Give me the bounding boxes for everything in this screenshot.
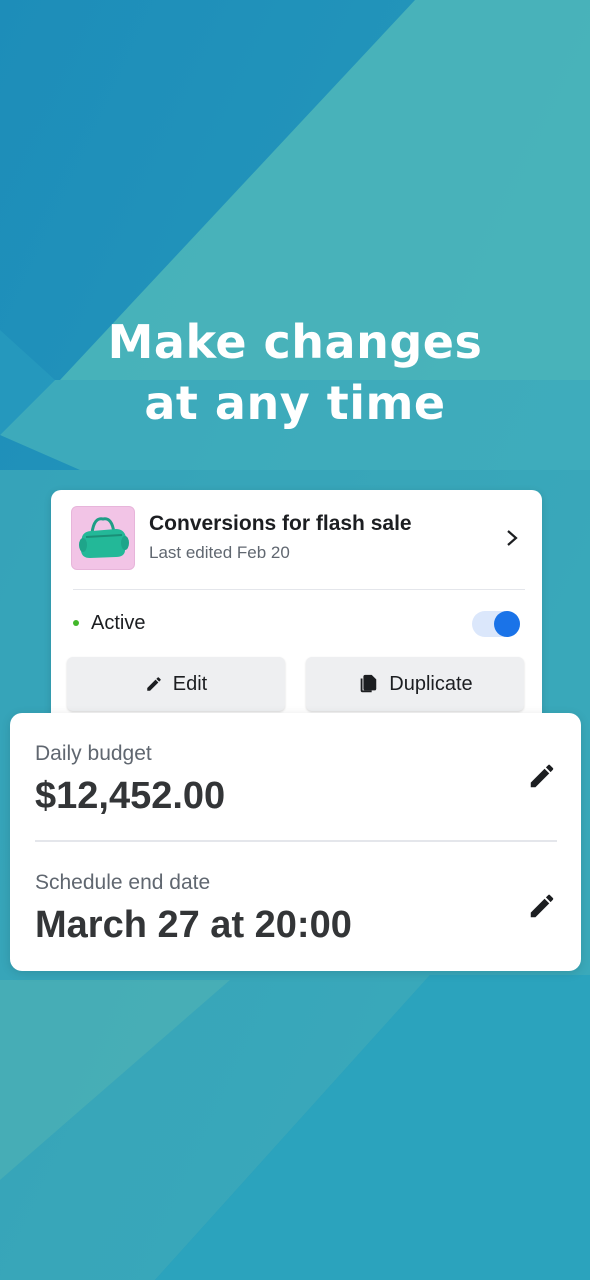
status-active-dot [73, 620, 79, 626]
edit-budget-pencil-icon[interactable] [527, 761, 557, 791]
campaign-card[interactable]: Conversions for flash sale Last edited F… [51, 490, 542, 730]
duplicate-button[interactable]: Duplicate [306, 657, 524, 711]
campaign-title: Conversions for flash sale [149, 512, 412, 535]
pencil-icon [147, 677, 161, 691]
edit-schedule-pencil-icon[interactable] [527, 891, 557, 921]
active-toggle[interactable] [472, 611, 520, 637]
daily-budget-value: $12,452.00 [35, 775, 226, 817]
schedule-end-value: March 27 at 20:00 [35, 904, 352, 946]
duplicate-button-label: Duplicate [389, 672, 473, 695]
status-label: Active [91, 612, 146, 634]
settings-card: Daily budget $12,452.00 Schedule end dat… [10, 713, 581, 971]
copy-icon [360, 674, 377, 693]
divider [73, 589, 525, 590]
divider [35, 840, 557, 842]
edit-button-label: Edit [172, 672, 208, 695]
headline-line-2: at any time [144, 376, 446, 430]
edit-button[interactable]: Edit [67, 657, 285, 711]
campaign-last-edited: Last edited Feb 20 [149, 543, 290, 562]
toggle-knob [494, 611, 520, 637]
campaign-thumbnail [71, 506, 135, 570]
schedule-end-label: Schedule end date [35, 871, 211, 894]
headline: Make changes at any time [0, 312, 590, 434]
daily-budget-label: Daily budget [35, 742, 152, 765]
headline-line-1: Make changes [107, 315, 483, 369]
chevron-right-icon[interactable] [503, 528, 521, 548]
duffel-bag-icon [79, 517, 129, 558]
